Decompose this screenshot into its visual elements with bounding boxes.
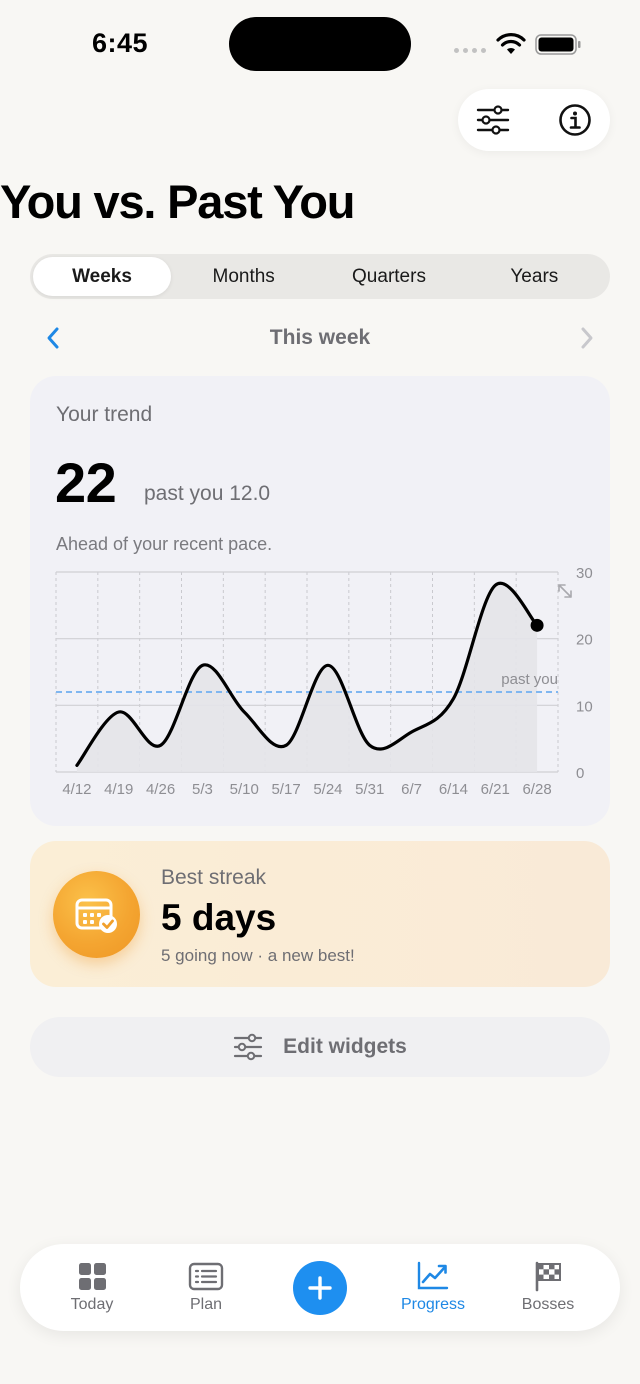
segment-quarters[interactable]: Quarters — [316, 257, 461, 296]
add-button[interactable] — [293, 1261, 347, 1315]
x-tick-label: 4/19 — [104, 781, 133, 798]
segment-years[interactable]: Years — [462, 257, 607, 296]
streak-value: 5 days — [161, 897, 277, 938]
chevron-right-icon[interactable] — [574, 326, 598, 350]
segment-months[interactable]: Months — [171, 257, 316, 296]
y-tick-label: 20 — [576, 632, 593, 649]
edit-widgets-label: Edit widgets — [283, 1035, 407, 1058]
streak-badge — [53, 871, 140, 958]
filters-button[interactable] — [475, 103, 511, 137]
segment-weeks[interactable]: Weeks — [33, 257, 171, 296]
tab-bar: Today Plan Progress Bosses — [20, 1244, 620, 1331]
streak-subtitle: 5 going now · a new best! — [161, 946, 355, 965]
x-tick-label: 6/28 — [522, 781, 551, 798]
trend-card[interactable]: 0 10 20 30 past you 4/12 4/19 4/26 5/3 5/10 5/17 5/… — [30, 376, 610, 826]
series-area — [76, 583, 538, 772]
x-tick-label: 5/10 — [230, 781, 259, 798]
streak-card[interactable]: Best streak 5 days 5 going now · a new b… — [30, 841, 610, 987]
trend-chart: 0 10 20 30 past you 4/12 4/19 4/26 5/3 5/10 5/17 5/… — [55, 565, 593, 798]
y-tick-label: 0 — [576, 765, 584, 782]
tab-today-label: Today — [70, 1296, 114, 1313]
streak-label: Best streak — [161, 866, 267, 889]
header-actions — [458, 89, 610, 151]
trend-value: 22 — [55, 451, 117, 514]
y-tick-label: 30 — [576, 565, 593, 582]
x-tick-label: 4/12 — [62, 781, 91, 798]
period-label: This week — [269, 326, 371, 349]
checkered-flag-icon — [535, 1261, 561, 1292]
period-navigator: This week — [30, 318, 610, 358]
status-time: 6:45 — [92, 28, 149, 58]
x-tick-label: 5/31 — [355, 781, 384, 798]
tab-bosses-label: Bosses — [521, 1296, 575, 1313]
wifi-icon — [496, 33, 526, 54]
y-tick-label: 10 — [576, 698, 593, 715]
edit-widgets-button[interactable]: Edit widgets — [30, 1017, 610, 1077]
trend-note: Ahead of your recent pace. — [56, 534, 273, 554]
trend-label: Your trend — [56, 403, 153, 426]
info-button[interactable] — [557, 103, 593, 137]
x-tick-label: 5/24 — [313, 781, 342, 798]
info-circle-icon — [559, 104, 591, 136]
expand-icon — [558, 584, 572, 598]
reference-line-label: past you — [501, 671, 558, 688]
calendar-check-icon — [75, 898, 117, 933]
x-tick-label: 5/17 — [271, 781, 300, 798]
dynamic-island — [229, 17, 411, 71]
page-title: You vs. Past You — [0, 175, 356, 228]
tab-plan[interactable]: Plan — [156, 1260, 256, 1320]
trend-chart-icon — [417, 1261, 449, 1290]
plus-icon — [308, 1276, 332, 1300]
list-card-icon — [188, 1262, 224, 1291]
x-tick-label: 5/3 — [192, 781, 213, 798]
x-tick-label: 6/21 — [481, 781, 510, 798]
cellular-signal-icon — [454, 48, 486, 53]
latest-point-marker — [530, 618, 544, 632]
tab-bosses[interactable]: Bosses — [498, 1260, 598, 1320]
x-tick-label: 6/14 — [439, 781, 468, 798]
x-tick-label: 6/7 — [401, 781, 422, 798]
period-segmented-control: Weeks Months Quarters Years — [30, 254, 610, 299]
sliders-icon — [234, 1033, 263, 1061]
sliders-icon — [476, 105, 510, 135]
grid-icon — [79, 1263, 106, 1290]
x-tick-label: 4/26 — [146, 781, 175, 798]
trend-past-value: past you 12.0 — [144, 482, 271, 505]
tab-progress[interactable]: Progress — [383, 1260, 483, 1320]
battery-icon — [535, 34, 581, 55]
tab-today[interactable]: Today — [42, 1260, 142, 1320]
tab-plan-label: Plan — [189, 1296, 223, 1313]
tab-progress-label: Progress — [400, 1296, 466, 1313]
